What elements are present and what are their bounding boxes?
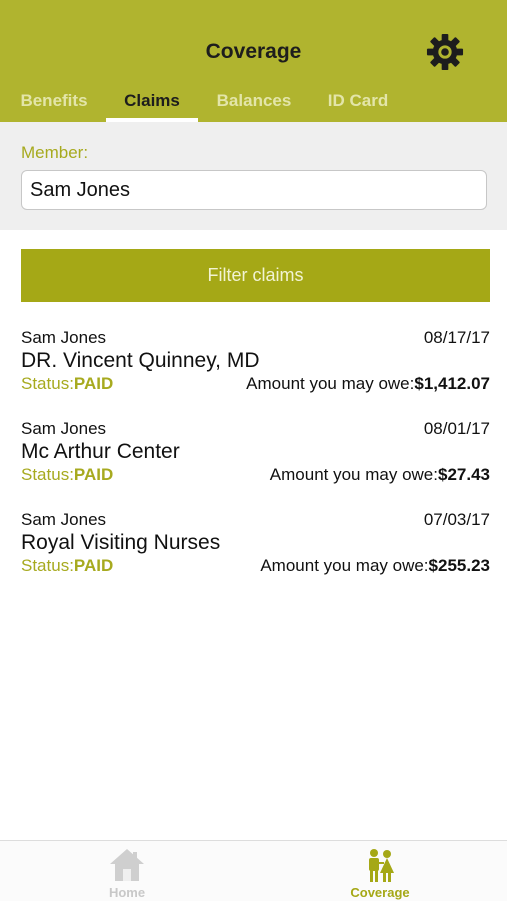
claim-member: Sam Jones bbox=[21, 510, 107, 529]
tab-balances[interactable]: Balances bbox=[206, 88, 302, 122]
claim-owe-label: Amount you may owe: bbox=[260, 556, 429, 575]
claim-status-value: PAID bbox=[73, 556, 114, 575]
claim-owe-label: Amount you may owe: bbox=[269, 465, 438, 484]
tab-home[interactable]: Home bbox=[67, 841, 187, 901]
tab-id-card[interactable]: ID Card bbox=[312, 88, 404, 122]
claim-owe-amount: $255.23 bbox=[428, 556, 490, 575]
claim-status: Status:PAID bbox=[21, 374, 113, 394]
house-icon bbox=[110, 849, 144, 881]
gear-icon[interactable] bbox=[426, 33, 464, 71]
claim-owe-amount: $1,412.07 bbox=[414, 374, 490, 393]
member-field[interactable] bbox=[21, 170, 487, 210]
claim-status-label: Status: bbox=[21, 465, 74, 484]
bottom-tab-bar: Home Coverage bbox=[0, 840, 507, 901]
tab-benefits[interactable]: Benefits bbox=[8, 88, 100, 122]
tab-coverage-label: Coverage bbox=[350, 885, 410, 900]
claim-date: 07/03/17 bbox=[423, 510, 490, 529]
claim-status: Status:PAID bbox=[21, 465, 113, 485]
claim-owe-label: Amount you may owe: bbox=[246, 374, 415, 393]
claim-member: Sam Jones bbox=[21, 419, 107, 438]
claim-status-label: Status: bbox=[21, 556, 74, 575]
claim-status: Status:PAID bbox=[21, 556, 113, 576]
claim-owe: Amount you may owe:$1,412.07 bbox=[246, 374, 490, 394]
claim-provider: Mc Arthur Center bbox=[21, 440, 180, 463]
claim-status-label: Status: bbox=[21, 374, 74, 393]
claim-date: 08/01/17 bbox=[423, 419, 490, 438]
claim-owe: Amount you may owe:$27.43 bbox=[270, 465, 490, 485]
claim-status-value: PAID bbox=[73, 374, 114, 393]
claim-item[interactable]: Sam Jones 08/01/17 Mc Arthur Center Stat… bbox=[21, 419, 490, 503]
claim-date: 08/17/17 bbox=[423, 328, 490, 347]
claim-item[interactable]: Sam Jones 07/03/17 Royal Visiting Nurses… bbox=[21, 510, 490, 594]
claim-owe-amount: $27.43 bbox=[438, 465, 490, 484]
claim-item[interactable]: Sam Jones 08/17/17 DR. Vincent Quinney, … bbox=[21, 328, 490, 412]
tab-coverage[interactable]: Coverage bbox=[320, 841, 440, 901]
tab-claims[interactable]: Claims bbox=[106, 88, 198, 122]
claim-member: Sam Jones bbox=[21, 328, 107, 347]
claim-status-value: PAID bbox=[73, 465, 114, 484]
claim-owe: Amount you may owe:$255.23 bbox=[260, 556, 490, 576]
tab-bar-top: Benefits Claims Balances ID Card bbox=[0, 88, 507, 122]
tab-home-label: Home bbox=[108, 885, 146, 900]
family-icon bbox=[369, 849, 394, 882]
claim-provider: Royal Visiting Nurses bbox=[21, 531, 221, 554]
member-label: Member: bbox=[21, 143, 89, 162]
filter-claims-button[interactable]: Filter claims bbox=[21, 249, 490, 302]
claim-provider: DR. Vincent Quinney, MD bbox=[21, 349, 260, 372]
